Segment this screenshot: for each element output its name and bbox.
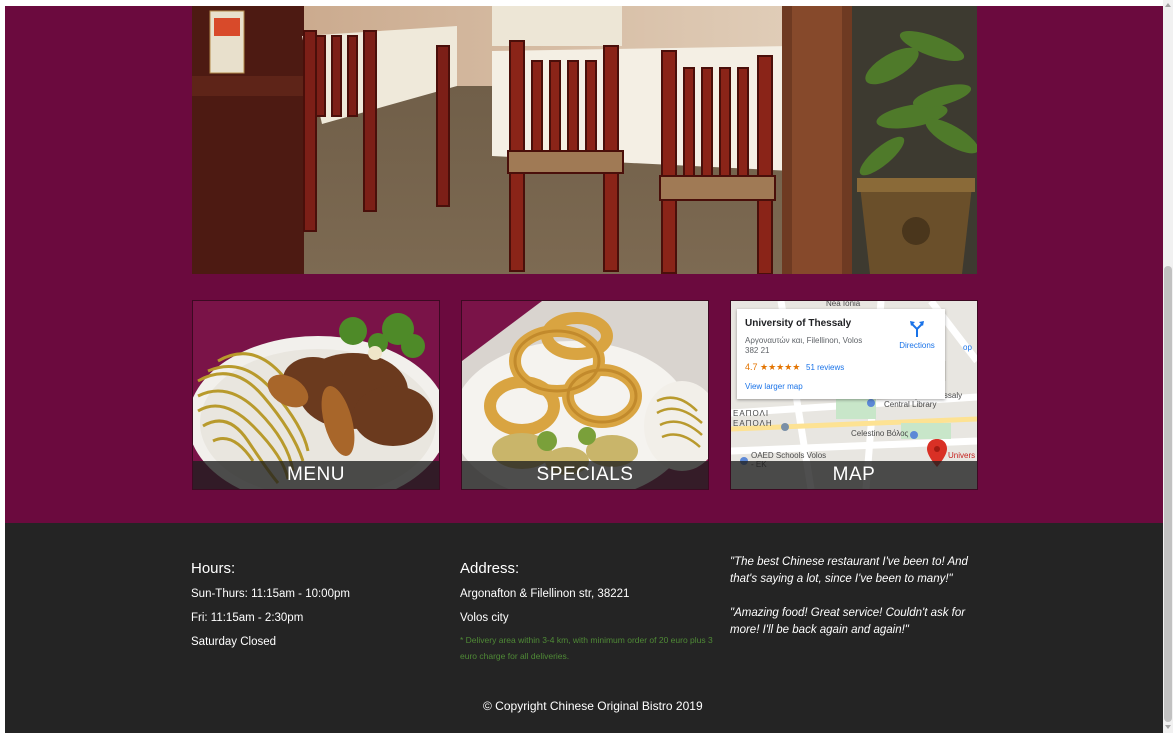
map-label-district2: ΕΑΠΟΛΗ: [733, 419, 773, 428]
hours-line: Saturday Closed: [191, 636, 277, 648]
place-name: University of Thessaly: [745, 318, 852, 329]
view-larger-map-link[interactable]: View larger map: [745, 382, 803, 391]
map-label-district1: ΕΑΠΟΛΙ: [733, 409, 770, 418]
map-label-cafe: Celestino Βόλος: [851, 429, 909, 438]
directions-button[interactable]: Directions: [893, 321, 941, 350]
page: MENU SPECIALS Nea Ionia Thessaly Central…: [5, 6, 1163, 733]
map-label-shop: op: [963, 343, 972, 352]
footer: Hours: Sun-Thurs: 11:15am - 10:00pm Fri:…: [5, 523, 1163, 733]
hours-heading: Hours:: [191, 560, 236, 577]
restaurant-interior-photo: [192, 6, 977, 274]
menu-card-label[interactable]: MENU: [193, 461, 439, 489]
testimonial-quote: "The best Chinese restaurant I've been t…: [730, 556, 968, 585]
page-scrollbar[interactable]: [1163, 0, 1173, 733]
menu-card[interactable]: MENU: [192, 300, 440, 490]
map-label-top: Nea Ionia: [826, 300, 861, 308]
specials-card[interactable]: SPECIALS: [461, 300, 709, 490]
map-label-pin: Univers: [948, 451, 976, 460]
directions-icon: [910, 321, 924, 337]
testimonial-quote: "Amazing food! Great service! Couldn't a…: [730, 607, 966, 636]
copyright: © Copyright Chinese Original Bistro 2019: [483, 699, 703, 713]
address-heading: Address:: [460, 560, 520, 577]
reviews-link[interactable]: 51 reviews: [806, 363, 844, 372]
scrollbar-thumb[interactable]: [1164, 266, 1172, 722]
map-card-label[interactable]: MAP: [731, 461, 977, 489]
address-line: Argonafton & Filellinon str, 38221: [460, 588, 630, 600]
place-address: Αργοναυτών και, Filellinon, Volos 382 21: [745, 336, 863, 355]
hours-line: Fri: 11:15am - 2:30pm: [191, 612, 304, 624]
place-rating: 4.7 ★★★★★: [745, 362, 801, 372]
directions-label: Directions: [899, 341, 935, 350]
hero-band: MENU SPECIALS Nea Ionia Thessaly Central…: [5, 6, 1163, 523]
delivery-note: * Delivery area within 3-4 km, with mini…: [460, 635, 713, 661]
scroll-up-arrow-icon[interactable]: [1165, 3, 1171, 7]
address-city: Volos city: [460, 612, 509, 624]
hours-line: Sun-Thurs: 11:15am - 10:00pm: [191, 588, 350, 600]
scroll-down-arrow-icon[interactable]: [1165, 725, 1171, 729]
map-card[interactable]: Nea Ionia University of Thessaly Central…: [730, 300, 978, 490]
specials-card-label[interactable]: SPECIALS: [462, 461, 708, 489]
map-info-popup: University of Thessaly Αργοναυτών και, F…: [737, 309, 945, 399]
